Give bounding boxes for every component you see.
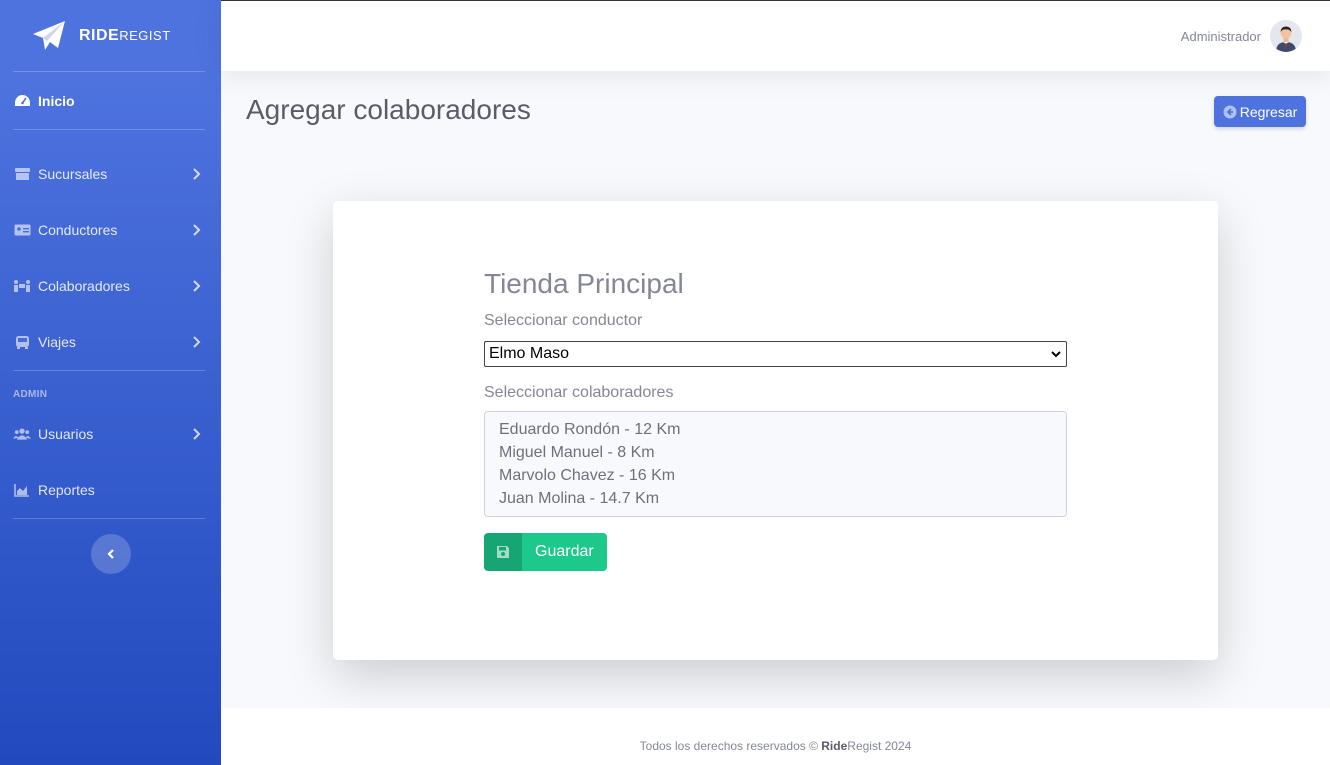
paper-plane-icon: [33, 20, 65, 50]
chevron-right-icon: [193, 224, 201, 236]
user-name[interactable]: Administrador: [1181, 29, 1261, 44]
sidebar-item-sucursales[interactable]: Sucursales: [0, 146, 221, 202]
chevron-right-icon: [193, 336, 201, 348]
collaborator-option[interactable]: Eduardo Rondón - 12 Km: [499, 418, 1052, 441]
driver-select-value: Elmo Maso: [489, 345, 570, 362]
bus-icon: [13, 333, 31, 351]
arrow-circle-left-icon: [1223, 105, 1237, 118]
save-icon: [484, 533, 522, 571]
sidebar-item-usuarios[interactable]: Usuarios: [0, 406, 221, 462]
brand[interactable]: RIDEREGIST: [0, 0, 221, 71]
footer-text: Todos los derechos reservados ©: [639, 738, 822, 753]
chart-area-icon: [13, 481, 31, 499]
topbar: Administrador: [221, 0, 1330, 71]
sidebar-divider: [13, 518, 205, 519]
people-carry-icon: [13, 277, 31, 295]
chevron-down-icon: [1051, 351, 1061, 358]
form-card: Tienda Principal Seleccionar conductor E…: [333, 201, 1218, 660]
collaborators-multiselect[interactable]: Eduardo Rondón - 12 Km Miguel Manuel - 8…: [484, 411, 1067, 517]
sidebar-item-inicio[interactable]: Inicio: [0, 72, 221, 129]
driver-label: Seleccionar conductor: [484, 312, 643, 329]
save-button[interactable]: Guardar: [484, 533, 607, 571]
sidebar-item-label: Reportes: [38, 482, 95, 498]
id-card-icon: [13, 221, 31, 239]
sidebar: RIDEREGIST Inicio Sucursales Conductores…: [0, 0, 221, 765]
collaborator-option[interactable]: Marvolo Chavez - 16 Km: [499, 464, 1052, 487]
sidebar-item-label: Usuarios: [38, 426, 94, 442]
chevron-left-icon: [106, 549, 114, 559]
driver-select[interactable]: Elmo Maso: [484, 341, 1067, 367]
store-icon: [13, 165, 31, 183]
sidebar-item-label: Conductores: [38, 222, 118, 238]
sidebar-item-viajes[interactable]: Viajes: [0, 314, 221, 370]
sidebar-divider: [13, 129, 205, 130]
sidebar-item-label: Sucursales: [38, 166, 108, 182]
chevron-right-icon: [193, 168, 201, 180]
chevron-right-icon: [193, 428, 201, 440]
collaborator-option[interactable]: Juan Molina - 14.7 Km: [499, 487, 1052, 510]
dashboard-icon: [13, 92, 31, 110]
sidebar-divider: [13, 370, 205, 371]
collaborators-form: Tienda Principal Seleccionar conductor E…: [484, 268, 1067, 571]
store-title: Tienda Principal: [484, 268, 684, 299]
sidebar-item-label: Viajes: [38, 334, 76, 350]
back-button-label: Regresar: [1239, 103, 1298, 120]
sidebar-toggle-button[interactable]: [90, 534, 131, 574]
back-button[interactable]: Regresar: [1214, 96, 1306, 127]
footer-brand-rest: Regist 2024: [847, 738, 912, 753]
brand-text: RIDEREGIST: [79, 26, 171, 44]
page-title: Agregar colaboradores: [246, 94, 531, 125]
sidebar-item-label: Inicio: [38, 92, 75, 109]
footer: Todos los derechos reservados © Ride Regi…: [221, 708, 1330, 765]
save-button-label: Guardar: [522, 533, 607, 571]
sidebar-item-conductores[interactable]: Conductores: [0, 202, 221, 258]
sidebar-item-colaboradores[interactable]: Colaboradores: [0, 258, 221, 314]
footer-brand-bold: Ride: [821, 738, 848, 753]
sidebar-item-reportes[interactable]: Reportes: [0, 462, 221, 518]
users-icon: [13, 425, 31, 443]
collaborator-option[interactable]: Miguel Manuel - 8 Km: [499, 441, 1052, 464]
user-avatar-icon[interactable]: [1270, 20, 1302, 52]
sidebar-heading-admin: ADMIN: [13, 389, 48, 400]
collaborators-label: Seleccionar colaboradores: [484, 384, 674, 401]
chevron-right-icon: [193, 280, 201, 292]
sidebar-item-label: Colaboradores: [38, 278, 130, 294]
